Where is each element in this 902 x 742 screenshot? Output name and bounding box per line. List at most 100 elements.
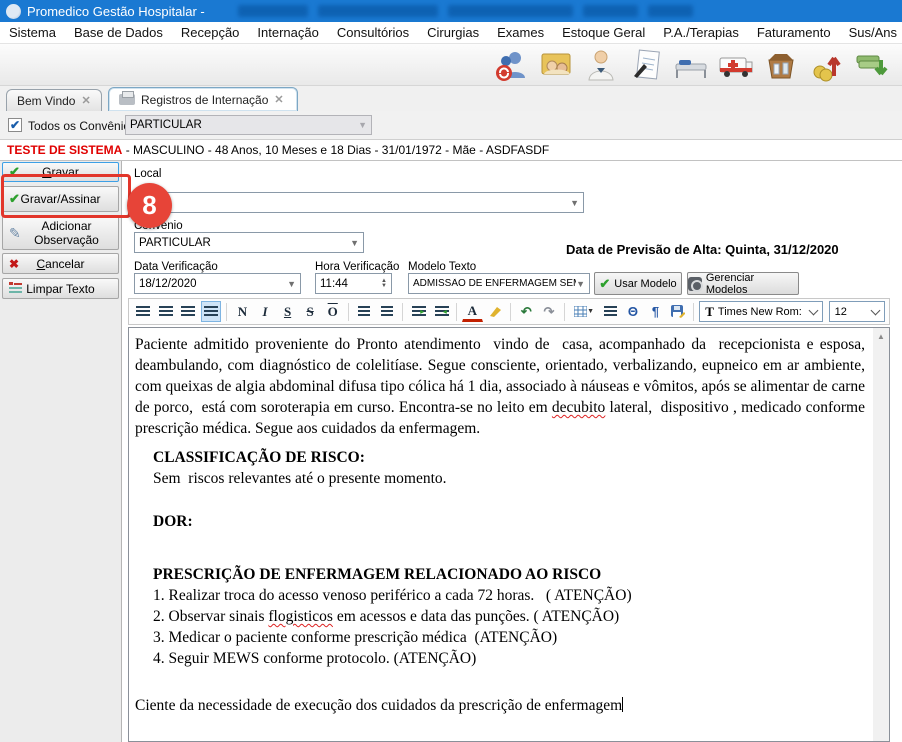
hora-verificacao-value: 11:44: [320, 278, 348, 290]
cash-down-icon[interactable]: [852, 46, 890, 84]
chevron-down-icon: [871, 305, 881, 315]
convenio-dropdown[interactable]: PARTICULAR ▼: [134, 232, 364, 253]
menu-consultorios[interactable]: Consultórios: [328, 25, 418, 40]
gerenciar-modelos-button[interactable]: Gerenciar Modelos: [687, 272, 799, 295]
underline-button[interactable]: S: [277, 301, 298, 322]
overline-button[interactable]: O: [322, 301, 343, 322]
align-justify-icon[interactable]: [201, 301, 222, 322]
printer-icon: [119, 94, 135, 105]
tab-bar: Bem Vindo ✕ Registros de Internação ✕: [0, 86, 902, 111]
pilcrow-button[interactable]: ¶: [645, 301, 666, 322]
document-text-area[interactable]: Paciente admitido proveniente do Pronto …: [128, 327, 890, 742]
align-right-icon[interactable]: [178, 301, 199, 322]
chevron-down-icon: ▼: [576, 279, 585, 289]
app-title: Promedico Gestão Hospitalar -: [27, 4, 205, 19]
tab-registros-label: Registros de Internação: [141, 93, 268, 107]
redacted-text: [583, 5, 638, 17]
todos-convenios-checkbox[interactable]: ✔: [8, 118, 22, 132]
usar-modelo-button[interactable]: ✔ Usar Modelo: [594, 272, 682, 295]
tab-bem-vindo[interactable]: Bem Vindo ✕: [6, 89, 102, 111]
limpar-texto-button[interactable]: Limpar Texto: [2, 278, 119, 299]
risco-body: Sem riscos relevantes até o presente mom…: [135, 468, 865, 489]
convenio-filter-value: PARTICULAR: [130, 119, 202, 131]
align-left-icon[interactable]: [133, 301, 154, 322]
icon-toolbar: [0, 44, 902, 86]
sync-patients-icon[interactable]: [492, 46, 530, 84]
bold-button[interactable]: N: [232, 301, 253, 322]
font-color-button[interactable]: A: [462, 301, 483, 322]
modelo-texto-label: Modelo Texto: [408, 261, 476, 273]
line-spacing-icon[interactable]: [600, 301, 621, 322]
vertical-scrollbar[interactable]: ▲: [873, 328, 889, 741]
font-size-dropdown[interactable]: 12: [829, 301, 886, 322]
menu-recepcao[interactable]: Recepção: [172, 25, 249, 40]
bullet-list-icon[interactable]: [376, 301, 397, 322]
font-family-dropdown[interactable]: T Times New Rom:: [699, 301, 822, 322]
menu-cirurgias[interactable]: Cirurgias: [418, 25, 488, 40]
save-text-icon[interactable]: [668, 301, 689, 322]
todos-convenios-label: Todos os Convênios: [28, 119, 136, 133]
heading-dor: DOR:: [135, 511, 865, 532]
doctor-icon[interactable]: [582, 46, 620, 84]
text-cursor: [622, 697, 623, 712]
italic-button[interactable]: I: [255, 301, 276, 322]
chevron-down-icon: [808, 305, 818, 315]
redo-button[interactable]: ↷: [539, 301, 560, 322]
data-verificacao-value: 18/12/2020: [139, 278, 197, 290]
undo-button[interactable]: ↶: [516, 301, 537, 322]
form-panel: Local ▼ Convenio PARTICULAR ▼ Data de Pr…: [121, 161, 902, 742]
local-dropdown[interactable]: ▼: [134, 192, 584, 213]
spinner-arrows-icon[interactable]: ▲▼: [381, 279, 387, 289]
highlighter-icon[interactable]: [485, 301, 506, 322]
tab-close-icon[interactable]: ✕: [274, 93, 283, 106]
outdent-icon[interactable]: ◂: [431, 301, 452, 322]
patient-folder-icon[interactable]: [537, 46, 575, 84]
patient-name: TESTE DE SISTEMA: [7, 143, 122, 157]
chevron-down-icon: ▼: [350, 238, 359, 248]
numbered-list-icon[interactable]: [354, 301, 375, 322]
patient-details: - MASCULINO - 48 Anos, 10 Meses e 18 Dia…: [122, 143, 549, 157]
scroll-up-icon[interactable]: ▲: [873, 328, 889, 344]
redacted-text: [318, 5, 438, 17]
limpar-texto-label: Limpar Texto: [26, 282, 94, 296]
convenio-value: PARTICULAR: [139, 237, 211, 249]
stock-icon[interactable]: [762, 46, 800, 84]
document-content: Paciente admitido proveniente do Pronto …: [129, 328, 873, 716]
tab-registros-internacao[interactable]: Registros de Internação ✕: [108, 87, 298, 111]
hora-verificacao-spinner[interactable]: 11:44 ▲▼: [315, 273, 392, 294]
misspelled-word: decubito: [552, 399, 605, 416]
strikethrough-button[interactable]: S: [300, 301, 321, 322]
modelo-texto-value: ADMISSÃO DE ENFERMAGEM SEM RISCOS: [413, 278, 576, 289]
chevron-down-icon: ▼: [570, 198, 579, 208]
medical-record-icon[interactable]: [627, 46, 665, 84]
menu-bar: Sistema Base de Dados Recepção Internaçã…: [0, 22, 902, 44]
hospital-bed-icon[interactable]: [672, 46, 710, 84]
menu-sus-ans[interactable]: Sus/Ans: [840, 25, 902, 40]
menu-estoque-geral[interactable]: Estoque Geral: [553, 25, 654, 40]
menu-internacao[interactable]: Internação: [248, 25, 327, 40]
menu-pa-terapias[interactable]: P.A./Terapias: [654, 25, 748, 40]
menu-faturamento[interactable]: Faturamento: [748, 25, 840, 40]
billing-up-icon[interactable]: [807, 46, 845, 84]
align-center-icon[interactable]: [156, 301, 177, 322]
indent-icon[interactable]: ▸: [408, 301, 429, 322]
menu-sistema[interactable]: Sistema: [0, 25, 65, 40]
convenio-filter-dropdown[interactable]: PARTICULAR ▼: [125, 115, 372, 135]
menu-exames[interactable]: Exames: [488, 25, 553, 40]
paragraph-admissao: Paciente admitido proveniente do Pronto …: [135, 334, 865, 439]
modelo-texto-dropdown[interactable]: ADMISSÃO DE ENFERMAGEM SEM RISCOS ▼: [408, 273, 590, 294]
cancelar-button[interactable]: ✖ Cancelar: [2, 253, 119, 274]
chevron-down-icon: ▼: [358, 120, 367, 130]
chevron-down-icon: ▼: [287, 279, 296, 289]
special-char-button[interactable]: Θ: [623, 301, 644, 322]
font-size-value: 12: [835, 306, 847, 318]
data-verificacao-dropdown[interactable]: 18/12/2020 ▼: [134, 273, 301, 294]
adicionar-observacao-button[interactable]: ✎ Adicionar Observação: [2, 216, 119, 250]
table-button[interactable]: ▼: [570, 301, 598, 322]
tab-close-icon[interactable]: ✕: [81, 94, 90, 107]
redacted-text: [648, 5, 693, 17]
ambulance-icon[interactable]: [717, 46, 755, 84]
menu-base-de-dados[interactable]: Base de Dados: [65, 25, 172, 40]
x-icon: ✖: [9, 257, 19, 271]
gear-icon: [688, 277, 702, 291]
